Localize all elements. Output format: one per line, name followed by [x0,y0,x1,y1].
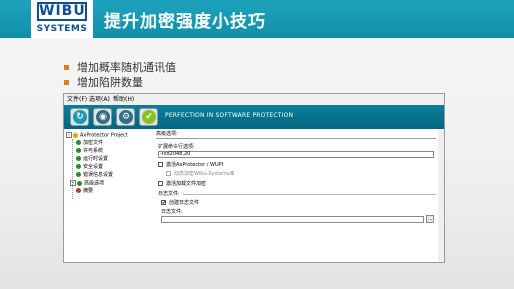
activate-wupi-checkbox[interactable] [158,162,163,167]
status-ok-icon [76,164,81,169]
project-icon [73,132,78,138]
menu-help[interactable]: 帮助(H) [113,94,134,105]
status-error-icon [76,188,81,193]
tree-item-runtime-settings[interactable]: 运行时设置 [76,156,108,163]
slide: WIBU SYSTEMS 提升加密强度小技巧 增加概率随机通讯值 增加陷阱数量 … [0,0,514,289]
advanced-options-panel: 高级选项: 扩展命令行选项: -rsd2048,20 激活AxProtector… [153,129,444,262]
toolbar-reload-button[interactable]: ↻ [70,108,89,126]
bullet-list: 增加概率随机通讯值 增加陷阱数量 [64,60,176,90]
logo-subtitle: SYSTEMS [36,24,88,34]
bullet-text: 增加概率随机通讯值 [77,61,176,74]
create-log-label: 创建日志文件 [169,200,200,206]
log-file-label: 日志文件: [161,209,183,215]
bullet-item: 增加陷阱数量 [64,75,176,90]
status-ok-icon [76,148,81,153]
reload-icon: ↻ [73,110,87,124]
gear-icon: ⚙ [119,110,133,124]
toolbar-check-button[interactable]: ✔ [139,108,158,126]
section-title: 高级选项: [156,131,178,137]
slide-header: WIBU SYSTEMS 提升加密强度小技巧 [0,0,514,38]
tree-item-advanced-options[interactable]: + 高级选项 [70,180,104,187]
menu-options[interactable]: 选项(A) [89,94,110,105]
ext-cmd-label: 扩展命令行选项: [158,144,195,150]
bullet-marker-icon [64,65,69,70]
bullet-item: 增加概率随机通讯值 [64,60,176,75]
menu-bar: 文件(F) 选项(A) 帮助(H) [64,94,444,105]
tree-item-encrypt-files[interactable]: 加密文件 [76,140,103,147]
project-tree: − AxProtector Project 加密文件 许可系统 运行时设置 安全设… [64,129,154,262]
banner-tagline: PERFECTION IN SOFTWARE PROTECTION [165,112,294,119]
expand-icon[interactable]: + [70,180,76,186]
toolbar-settings-button[interactable]: ◉ [93,108,112,126]
collapse-icon[interactable]: − [66,132,72,138]
tree-item-security-settings[interactable]: 安全设置 [76,164,103,171]
logo-wordmark: WIBU [37,2,87,21]
wibu-logo: WIBU SYSTEMS [31,0,93,38]
log-group-label: 日志文件: [158,191,180,197]
ext-cmd-input[interactable]: -rsd2048,20 [158,151,434,158]
status-ok-icon [76,156,81,161]
load-file-encrypt-label: 激活加载文件加密 [166,181,207,187]
tree-item-license-system[interactable]: 许可系统 [76,148,103,155]
slide-title: 提升加密强度小技巧 [104,12,266,32]
toolbar-banner: ↻ ◉ ⚙ ✔ PERFECTION IN SOFTWARE PROTECTIO… [64,105,444,129]
dynamic-encrypt-checkbox[interactable] [166,171,171,176]
bullet-text: 增加陷阱数量 [77,76,143,89]
status-ok-icon [76,140,81,145]
status-ok-icon [76,172,81,177]
menu-file[interactable]: 文件(F) [67,94,87,105]
log-file-input[interactable] [161,216,424,223]
check-icon: ✔ [142,110,156,124]
settings-icon: ◉ [96,110,110,124]
toolbar-gear-button[interactable]: ⚙ [116,108,135,126]
activate-wupi-label: 激活AxProtector / WUPI [166,162,224,168]
tree-root[interactable]: − AxProtector Project [66,132,128,139]
create-log-checkbox[interactable]: ✔ [161,200,166,206]
tree-item-summary[interactable]: 摘要 [76,188,93,195]
bullet-marker-icon [64,80,69,85]
tree-item-error-settings[interactable]: 错误信息设置 [76,172,113,179]
browse-button[interactable]: ... [426,215,434,223]
status-ok-icon [77,180,82,186]
axprotector-window: 文件(F) 选项(A) 帮助(H) ↻ ◉ ⚙ ✔ PERFECTION IN … [63,93,445,263]
load-file-encrypt-checkbox[interactable] [158,181,163,186]
panel-scrollbar[interactable] [438,129,444,262]
dynamic-encrypt-label: 动态加密Wibu-Systems库 [174,171,235,177]
